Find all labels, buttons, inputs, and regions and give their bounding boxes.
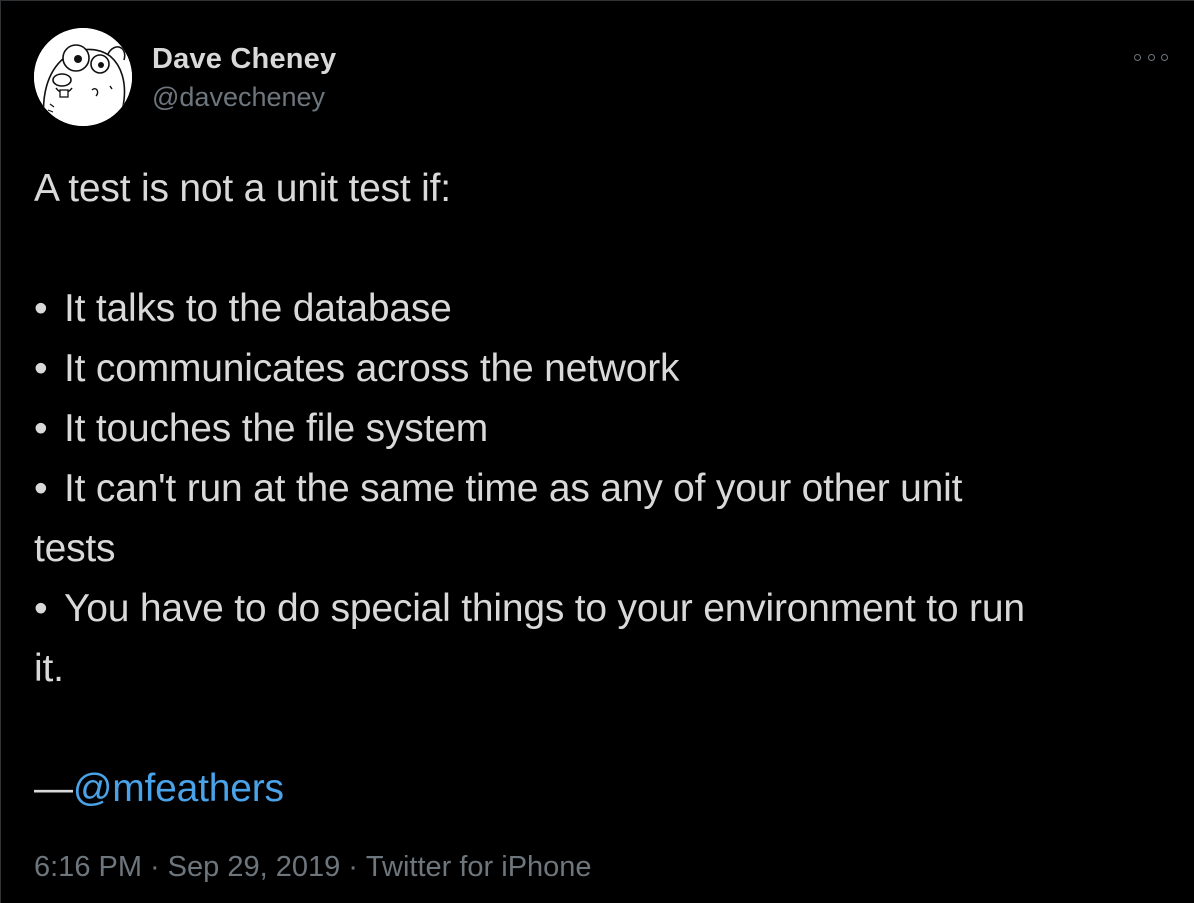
tweet-text: A test is not a unit test if: • It talks …: [34, 159, 1174, 819]
author-block: Dave Cheney @davecheney: [152, 41, 336, 115]
attribution: —@mfeathers: [34, 759, 1174, 819]
tweet-date[interactable]: Sep 29, 2019: [168, 851, 341, 883]
bullet-glyph: •: [34, 287, 48, 330]
bullet-glyph: •: [34, 467, 48, 510]
bullet-glyph: •: [34, 407, 48, 450]
bullet-glyph: •: [34, 587, 48, 630]
bullet-item: • It talks to the database: [34, 279, 1174, 339]
mention-link[interactable]: @mfeathers: [73, 767, 284, 810]
bullet-text: You have to do special things to your en…: [64, 587, 1025, 630]
more-dot-icon: [1134, 53, 1141, 61]
tweet-source[interactable]: Twitter for iPhone: [366, 851, 592, 883]
bullet-glyph: •: [34, 347, 48, 390]
author-display-name[interactable]: Dave Cheney: [152, 41, 336, 77]
bullet-text: It communicates across the network: [64, 347, 680, 390]
gopher-avatar-icon: [34, 28, 132, 126]
meta-separator: ·: [348, 851, 358, 883]
more-dot-icon: [1147, 53, 1155, 61]
bullet-item: • You have to do special things to your e…: [34, 579, 1174, 639]
author-handle[interactable]: @davecheney: [152, 79, 336, 115]
tweet-card: Dave Cheney @davecheney A test is not a …: [0, 0, 1194, 903]
attribution-dash: —: [34, 767, 73, 810]
more-options-button[interactable]: [1134, 47, 1168, 67]
tweet-metadata: 6:16 PM · Sep 29, 2019 · Twitter for iPhone: [34, 847, 592, 887]
avatar[interactable]: [34, 28, 132, 126]
bullet-text: It can't run at the same time as any of …: [64, 467, 963, 510]
bullet-text: It touches the file system: [64, 407, 488, 450]
tweet-intro: A test is not a unit test if:: [34, 167, 451, 210]
bullet-item: • It touches the file system: [34, 399, 1174, 459]
bullet-continuation: it.: [34, 647, 64, 690]
bullet-item: • It can't run at the same time as any of…: [34, 459, 1174, 519]
meta-separator: ·: [150, 851, 160, 883]
bullet-text: It talks to the database: [64, 287, 452, 330]
tweet-time[interactable]: 6:16 PM: [34, 851, 142, 883]
bullet-item: • It communicates across the network: [34, 339, 1174, 399]
bullet-continuation: tests: [34, 527, 116, 570]
more-dot-icon: [1161, 53, 1168, 61]
